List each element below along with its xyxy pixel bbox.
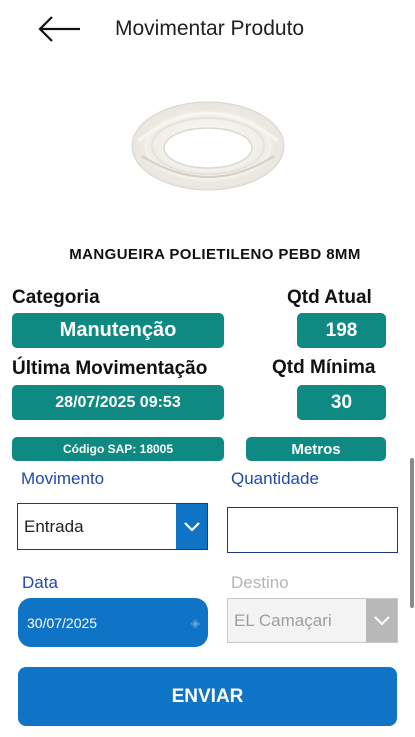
qty-current-value: 198 xyxy=(325,319,358,341)
page-title: Movimentar Produto xyxy=(115,17,305,40)
quantity-label: Quantidade xyxy=(231,469,319,488)
submit-button-label: ENVIAR xyxy=(171,685,244,707)
chevron-down-icon xyxy=(366,599,397,642)
calendar-icon: ◈ xyxy=(190,615,200,630)
qty-current-label: Qtd Atual xyxy=(287,287,372,308)
date-value: 30/07/2025 xyxy=(27,614,98,631)
category-badge: Manutenção xyxy=(12,313,224,348)
destination-select[interactable]: EL Camaçari xyxy=(227,598,398,643)
movement-label: Movimento xyxy=(21,469,105,488)
last-movement-badge: 28/07/2025 09:53 xyxy=(12,385,224,420)
quantity-input[interactable] xyxy=(227,507,398,553)
category-value: Manutenção xyxy=(59,319,177,341)
submit-button[interactable]: ENVIAR xyxy=(18,667,397,726)
last-movement-label: Última Movimentação xyxy=(12,358,208,379)
sap-code-value: Código SAP: 18005 xyxy=(62,442,174,456)
back-button[interactable] xyxy=(34,12,84,46)
category-label: Categoria xyxy=(12,287,100,308)
product-image xyxy=(128,86,288,198)
unit-badge: Metros xyxy=(246,437,386,461)
date-label: Data xyxy=(22,573,58,592)
destination-label: Destino xyxy=(231,573,289,592)
qty-min-badge: 30 xyxy=(297,385,386,420)
last-movement-value: 28/07/2025 09:53 xyxy=(55,393,181,411)
movement-select[interactable]: Entrada xyxy=(17,503,208,550)
chevron-down-icon xyxy=(176,504,207,549)
qty-min-value: 30 xyxy=(330,391,353,413)
product-name: MANGUEIRA POLIETILENO PEBD 8MM xyxy=(69,246,361,263)
arrow-left-icon xyxy=(38,16,80,42)
destination-select-value: EL Camaçari xyxy=(234,610,332,630)
qty-min-label: Qtd Mínima xyxy=(272,357,376,378)
sap-code-badge: Código SAP: 18005 xyxy=(12,437,224,461)
date-picker[interactable]: 30/07/2025 ◈ xyxy=(18,598,208,647)
movement-select-value: Entrada xyxy=(24,516,84,536)
unit-value: Metros xyxy=(291,440,341,458)
scrollbar[interactable] xyxy=(410,458,414,608)
qty-current-badge: 198 xyxy=(297,313,386,348)
